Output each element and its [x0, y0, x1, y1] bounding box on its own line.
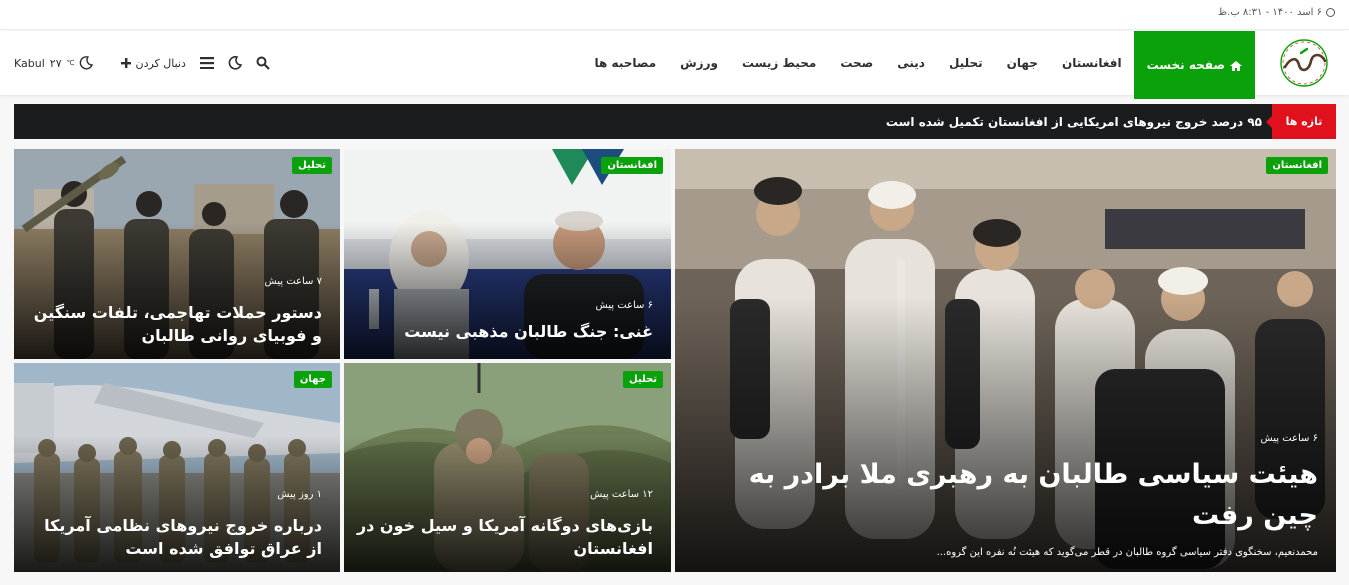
post-card-ghani[interactable]: افغانستان ۶ ساعت پیش غنی: جنگ طالبان مذه… — [344, 149, 671, 359]
post-time-text: ۱۲ ساعت پیش — [590, 489, 653, 500]
post-category[interactable]: جهان — [293, 371, 332, 388]
post-title[interactable]: دستور حملات تهاجمی، تلفات سنگین و فوبیای… — [26, 301, 322, 347]
weather-city: Kabul — [14, 56, 45, 70]
post-card-iraq[interactable]: جهان ۱ روز پیش درباره خروج نیروهای نظامی… — [14, 363, 340, 572]
nav-home-label: صفحه نخست — [1146, 58, 1225, 72]
nav-analysis[interactable]: تحلیل — [937, 31, 995, 95]
main-header: صفحه نخست افغانستان جهان تحلیل دینی صحت … — [0, 31, 1349, 99]
hamburger-icon — [199, 57, 214, 69]
nav-sports[interactable]: ورزش — [668, 31, 730, 95]
plus-icon — [121, 58, 132, 68]
breaking-news-bar: تازه ها ۹۵ درصد خروج نیروهای امریکایی از… — [14, 104, 1336, 139]
search-button[interactable] — [256, 56, 270, 70]
breaking-tag: تازه ها — [1266, 104, 1336, 139]
clock-icon — [1326, 8, 1335, 17]
weather-widget[interactable]: Kabul ۲۷ ℃ — [14, 56, 94, 70]
featured-post[interactable]: افغانستان ۶ ساعت پیش هیئت سیاسی طالبان ب… — [675, 149, 1336, 572]
breaking-headline[interactable]: ۹۵ درصد خروج نیروهای امریکایی از افغانست… — [886, 104, 1262, 139]
post-time-text: ۶ ساعت پیش — [595, 300, 654, 311]
featured-time-text: ۶ ساعت پیش — [1260, 433, 1319, 444]
follow-label: دنبال کردن — [135, 56, 186, 70]
date-text: ۶ اسد ۱۴۰۰ - ۸:۳۱ ب.ظ — [1217, 7, 1322, 18]
nav-environment[interactable]: محیط زیست — [730, 31, 828, 95]
dark-mode-toggle[interactable] — [228, 56, 242, 70]
featured-time: ۶ ساعت پیش — [1261, 433, 1319, 444]
nav-home[interactable]: صفحه نخست — [1133, 31, 1255, 99]
post-card-offensives[interactable]: تحلیل ۷ ساعت پیش دستور حملات تهاجمی، تلف… — [14, 149, 340, 359]
menu-button[interactable] — [199, 57, 214, 69]
post-card-double-games[interactable]: تحلیل ۱۲ ساعت پیش بازی‌های دوگانه آمریکا… — [344, 363, 671, 572]
search-icon — [256, 56, 270, 70]
header-tools: دنبال کردن Kabul ۲۷ ℃ — [14, 31, 270, 95]
follow-button[interactable]: دنبال کردن — [121, 56, 186, 70]
weather-unit: ℃ — [66, 59, 75, 67]
featured-category[interactable]: افغانستان — [1266, 157, 1328, 174]
date-display: ۶ اسد ۱۴۰۰ - ۸:۳۱ ب.ظ — [1218, 7, 1335, 18]
featured-excerpt: محمدنعیم، سخنگوی دفتر سیاسی گروه طالبان … — [936, 547, 1318, 558]
post-time: ۶ ساعت پیش — [596, 300, 654, 311]
post-category[interactable]: افغانستان — [601, 157, 663, 174]
moon-weather-icon — [80, 56, 94, 70]
post-time-text: ۱ روز پیش — [277, 489, 322, 500]
nav-afghanistan[interactable]: افغانستان — [1050, 31, 1134, 95]
post-time: ۱۲ ساعت پیش — [590, 489, 653, 500]
post-title[interactable]: بازی‌های دوگانه آمریکا و سیل خون در افغا… — [356, 514, 653, 560]
moon-icon — [228, 56, 242, 70]
post-time: ۷ ساعت پیش — [265, 276, 323, 287]
nav-religious[interactable]: دینی — [885, 31, 937, 95]
nav-world[interactable]: جهان — [995, 31, 1050, 95]
weather-temp: ۲۷ — [49, 56, 62, 70]
home-icon — [1230, 60, 1242, 71]
post-time: ۱ روز پیش — [277, 489, 322, 500]
nav-interviews[interactable]: مصاحبه ها — [583, 31, 669, 95]
post-title[interactable]: درباره خروج نیروهای نظامی آمریکا از عراق… — [26, 514, 322, 560]
post-title[interactable]: غنی: جنگ طالبان مذهبی نیست — [356, 320, 653, 343]
post-time-text: ۷ ساعت پیش — [264, 276, 323, 287]
featured-title[interactable]: هیئت سیاسی طالبان به رهبری ملا برادر به … — [687, 455, 1318, 536]
main-nav: صفحه نخست افغانستان جهان تحلیل دینی صحت … — [583, 31, 1255, 99]
post-category[interactable]: تحلیل — [291, 157, 332, 174]
post-category[interactable]: تحلیل — [622, 371, 663, 388]
top-strip: ۶ اسد ۱۴۰۰ - ۸:۳۱ ب.ظ — [0, 0, 1349, 30]
nav-health[interactable]: صحت — [828, 31, 885, 95]
site-logo[interactable] — [1271, 35, 1337, 91]
